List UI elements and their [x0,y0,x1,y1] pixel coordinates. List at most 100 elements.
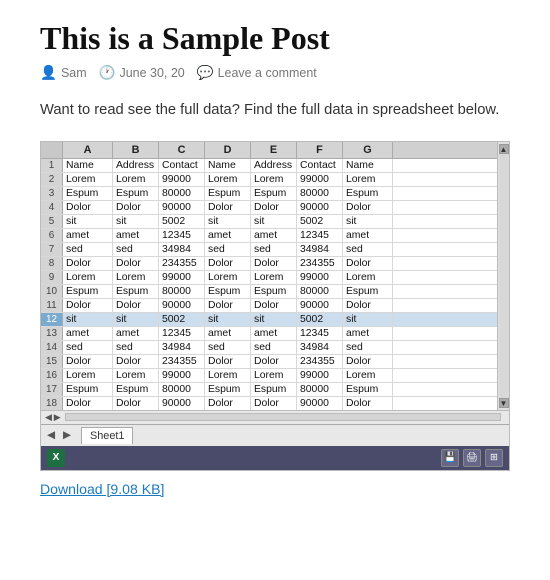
table-cell: Dolor [343,355,393,368]
table-cell: Dolor [63,201,113,214]
table-row: 9LoremLorem99000LoremLorem99000Lorem [41,271,497,285]
toolbar-print-button[interactable]: 🖨 [463,449,481,467]
table-cell: Dolor [113,397,159,410]
clock-icon: 🕐 [99,65,116,81]
table-cell: sit [113,313,159,326]
download-link[interactable]: Download [9.08 KB] [40,481,164,497]
table-cell: Dolor [113,355,159,368]
table-cell: Name [205,159,251,172]
table-cell: amet [205,327,251,340]
post-date: June 30, 20 [120,66,185,80]
table-cell: sed [251,341,297,354]
table-cell: 99000 [297,173,343,186]
table-cell: sit [343,215,393,228]
tab-scroll-right[interactable]: ▶ [61,429,73,441]
table-cell: Dolor [113,257,159,270]
table-cell: Name [63,159,113,172]
table-cell: Contact [297,159,343,172]
table-cell: amet [113,229,159,242]
post-meta: 👤 Sam 🕐 June 30, 20 💬 Leave a comment [40,65,510,81]
table-cell: sed [63,243,113,256]
table-cell: Lorem [251,271,297,284]
table-cell: sit [113,215,159,228]
author-name: Sam [61,66,87,80]
table-cell: Espum [251,285,297,298]
table-cell: Dolor [113,201,159,214]
table-cell: Dolor [113,299,159,312]
table-cell: sit [251,215,297,228]
leave-comment-link[interactable]: Leave a comment [218,66,317,80]
table-row: 4DolorDolor90000DolorDolor90000Dolor [41,201,497,215]
table-row: 2LoremLorem99000LoremLorem99000Lorem [41,173,497,187]
table-cell: 80000 [297,383,343,396]
table-cell: Lorem [251,173,297,186]
horizontal-scrollbar[interactable]: ◀ ▶ [41,410,509,424]
post-body: Want to read see the full data? Find the… [40,99,510,123]
table-cell: amet [251,229,297,242]
table-cell: amet [343,229,393,242]
table-cell: sed [113,243,159,256]
table-cell: Espum [113,187,159,200]
table-cell: sed [113,341,159,354]
table-cell: 99000 [159,173,205,186]
spreadsheet-toolbar: X 💾 🖨 ⊞ [41,446,509,470]
spreadsheet: ABCDEFG 1NameAddressContactNameAddressCo… [40,141,510,471]
scroll-left-icon[interactable]: ◀ [45,412,52,423]
table-cell: Espum [63,383,113,396]
table-row: 10EspumEspum80000EspumEspum80000Espum [41,285,497,299]
vertical-scrollbar[interactable]: ▲ ▼ [497,142,509,410]
table-cell: Contact [159,159,205,172]
table-cell: sit [63,313,113,326]
table-cell: amet [63,229,113,242]
table-cell: Dolor [251,355,297,368]
scroll-right-icon[interactable]: ▶ [54,412,61,423]
table-cell: sit [63,215,113,228]
table-cell: sit [251,313,297,326]
spreadsheet-main: ABCDEFG 1NameAddressContactNameAddressCo… [41,142,497,410]
table-cell: Dolor [343,257,393,270]
table-cell: 34984 [297,243,343,256]
tab-scroll-left[interactable]: ◀ [45,429,57,441]
table-cell: Espum [343,187,393,200]
table-row: 8DolorDolor234355DolorDolor234355Dolor [41,257,497,271]
table-cell: Dolor [343,201,393,214]
table-cell: sit [205,313,251,326]
author-meta: 👤 Sam [40,65,87,81]
table-cell: 90000 [159,201,205,214]
table-cell: Espum [63,285,113,298]
table-cell: Lorem [205,173,251,186]
table-cell: Espum [251,383,297,396]
table-row: 5sitsit5002sitsit5002sit [41,215,497,229]
col-headers-row: ABCDEFG [41,142,497,159]
table-cell: Lorem [63,173,113,186]
table-cell: Lorem [113,173,159,186]
toolbar-expand-button[interactable]: ⊞ [485,449,503,467]
comment-meta: 💬 Leave a comment [197,65,317,81]
table-cell: 5002 [159,215,205,228]
table-cell: sit [205,215,251,228]
table-cell: Dolor [205,257,251,270]
table-cell: Dolor [251,299,297,312]
sheet-tab[interactable]: Sheet1 [81,427,133,444]
table-cell: Address [113,159,159,172]
table-cell: amet [343,327,393,340]
table-cell: Lorem [343,369,393,382]
comment-icon: 💬 [197,65,214,81]
toolbar-save-button[interactable]: 💾 [441,449,459,467]
table-cell: sed [205,243,251,256]
table-cell: sed [63,341,113,354]
table-cell: 80000 [159,383,205,396]
table-cell: 90000 [159,397,205,410]
table-cell: amet [251,327,297,340]
table-cell: 90000 [159,299,205,312]
table-cell: Lorem [343,173,393,186]
table-row: 14sedsed34984sedsed34984sed [41,341,497,355]
table-cell: 12345 [297,327,343,340]
table-cell: 5002 [297,215,343,228]
toolbar-right: 💾 🖨 ⊞ [441,449,503,467]
table-row: 17EspumEspum80000EspumEspum80000Espum [41,383,497,397]
table-cell: sed [343,243,393,256]
spreadsheet-wrapper: ABCDEFG 1NameAddressContactNameAddressCo… [41,142,509,410]
table-row: 11DolorDolor90000DolorDolor90000Dolor [41,299,497,313]
table-row: 3EspumEspum80000EspumEspum80000Espum [41,187,497,201]
